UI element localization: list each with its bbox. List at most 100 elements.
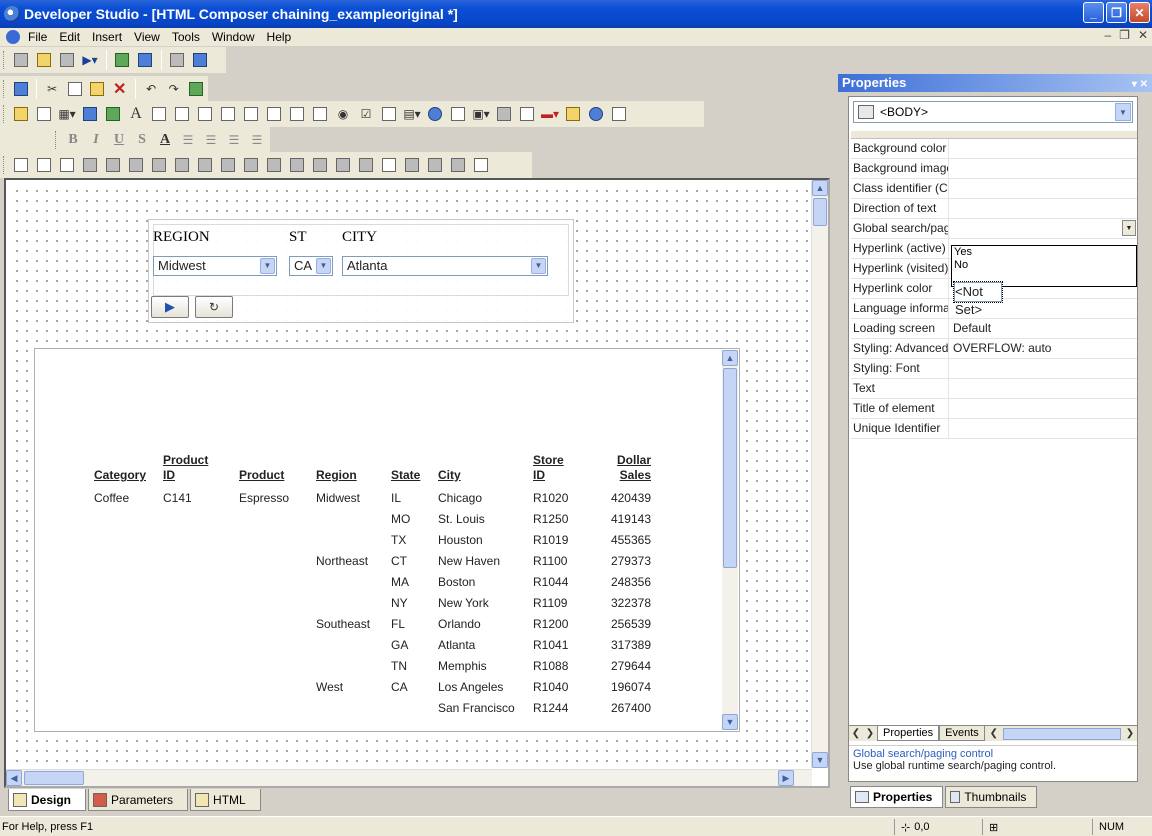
property-row[interactable]: Language informatic [851,299,1137,319]
scroll-left-icon[interactable]: ◀ [6,770,22,786]
globe-icon[interactable] [585,103,607,125]
print-icon[interactable] [493,103,515,125]
edit-icon[interactable] [56,49,78,71]
snap-grid-icon[interactable] [33,154,55,176]
align-tops-icon[interactable] [125,154,147,176]
redo-icon[interactable]: ↷ [163,78,185,100]
tab-thumbnails[interactable]: Thumbnails [945,786,1038,808]
scroll-thumb[interactable] [24,771,84,785]
space-across-icon[interactable] [263,154,285,176]
property-value[interactable] [949,419,1137,438]
textbox-icon[interactable] [217,103,239,125]
bold-icon[interactable]: B [62,129,84,151]
align-rights-icon[interactable] [102,154,124,176]
property-value[interactable] [949,179,1137,198]
group-box-icon[interactable] [516,103,538,125]
align-lefts-icon[interactable] [79,154,101,176]
property-row[interactable]: Direction of text [851,199,1137,219]
element-select[interactable]: <BODY> ▼ [853,101,1133,123]
tab-parameters[interactable]: Parameters [88,789,189,811]
list-icon[interactable] [378,103,400,125]
align-center-icon[interactable]: ☰ [200,129,222,151]
design-surface[interactable]: REGION ST CITY Midwest ▼ CA ▼ Atlanta ▼ … [4,178,830,788]
property-row[interactable]: Unique Identifier [851,419,1137,439]
property-row[interactable]: Loading screen Default [851,319,1137,339]
xml-icon[interactable] [171,103,193,125]
tab-prev-icon[interactable]: ❮ [849,728,863,739]
refresh-icon[interactable] [185,78,207,100]
restore-button[interactable]: ❐ [1106,2,1127,23]
chevron-down-icon[interactable]: ▼ [316,258,331,274]
run-icon[interactable]: ▶▾ [79,49,101,71]
align-bottoms-icon[interactable] [171,154,193,176]
swap-icon[interactable] [355,154,377,176]
flow-icon[interactable] [447,154,469,176]
tree-icon[interactable]: ▤▾ [401,103,423,125]
tab-events[interactable]: Events [939,726,985,741]
city-select[interactable]: Atlanta ▼ [342,256,548,276]
scroll-left-icon[interactable]: ❮ [987,728,1001,739]
align-left-icon[interactable]: ☰ [177,129,199,151]
paste-icon[interactable] [86,78,108,100]
property-row[interactable]: Background image [851,159,1137,179]
scroll-thumb[interactable] [813,198,827,226]
position-icon[interactable] [56,154,78,176]
tab-next-icon[interactable]: ❯ [863,728,877,739]
table-icon[interactable]: ▦▾ [56,103,78,125]
listbox-icon[interactable] [240,103,262,125]
open-icon[interactable] [33,49,55,71]
property-value[interactable]: Default [949,319,1137,338]
design-canvas[interactable]: REGION ST CITY Midwest ▼ CA ▼ Atlanta ▼ … [8,182,810,770]
reset-button[interactable]: ↻ [195,296,233,318]
report-icon[interactable] [10,103,32,125]
property-row[interactable]: Text [851,379,1137,399]
frame-icon[interactable] [79,103,101,125]
italic-icon[interactable]: I [85,129,107,151]
scroll-up-icon[interactable]: ▲ [812,180,828,196]
tag-icon[interactable] [608,103,630,125]
property-value[interactable]: OVERFLOW: auto [949,339,1137,358]
folder-icon[interactable] [562,103,584,125]
st-select[interactable]: CA ▼ [289,256,333,276]
dropdown-option[interactable]: <Not Set> [953,281,1003,317]
tab-design[interactable]: Design [8,789,87,811]
delete-icon[interactable]: ✕ [109,78,131,100]
highlight-icon[interactable]: ▬▾ [539,103,561,125]
menu-help[interactable]: Help [261,30,298,44]
radio-icon[interactable]: ◉ [332,103,354,125]
console-icon[interactable] [166,49,188,71]
server-icon[interactable] [189,49,211,71]
property-value[interactable] [949,139,1137,158]
document-icon[interactable] [6,30,20,44]
property-row[interactable]: Styling: Font [851,359,1137,379]
chain-icon[interactable] [401,154,423,176]
property-row[interactable]: Global search/pagin ▼ [851,219,1137,239]
property-row[interactable]: Styling: Advanced (C OVERFLOW: auto [851,339,1137,359]
form-icon[interactable]: ▣▾ [470,103,492,125]
tab-properties[interactable]: Properties [877,726,940,741]
property-value[interactable] [949,399,1137,418]
property-value[interactable] [949,379,1137,398]
menu-window[interactable]: Window [206,30,261,44]
bring-front-icon[interactable] [309,154,331,176]
property-row[interactable]: Class identifier (CSS [851,179,1137,199]
chevron-down-icon[interactable]: ▼ [531,258,546,274]
align-middles-icon[interactable] [148,154,170,176]
property-row[interactable]: Title of element [851,399,1137,419]
chevron-down-icon[interactable]: ▼ [1122,220,1136,236]
grid-icon[interactable] [10,154,32,176]
property-value[interactable] [949,199,1137,218]
property-row[interactable]: Background color [851,139,1137,159]
link-icon[interactable] [424,103,446,125]
scroll-right-icon[interactable]: ❯ [1123,728,1137,739]
run-button[interactable]: ▶ [151,296,189,318]
property-value[interactable] [949,359,1137,378]
minimize-button[interactable]: _ [1083,2,1104,23]
tree-layout-icon[interactable] [378,154,400,176]
align-right-icon[interactable]: ☰ [223,129,245,151]
menu-tools[interactable]: Tools [166,30,206,44]
design-horizontal-scrollbar[interactable]: ◀ ▶ [6,769,812,786]
image-icon[interactable] [102,103,124,125]
new-icon[interactable] [10,49,32,71]
menu-insert[interactable]: Insert [86,30,128,44]
